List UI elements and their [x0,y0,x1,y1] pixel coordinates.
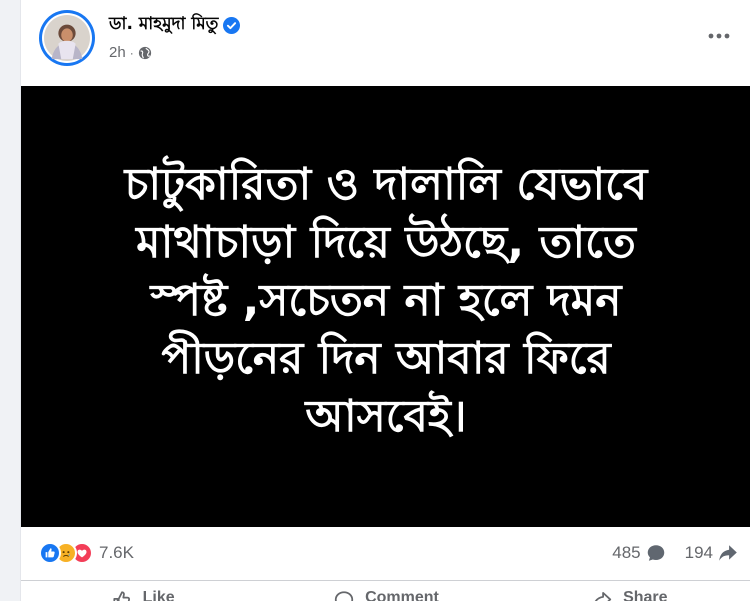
share-button[interactable]: Share [508,581,750,601]
share-label: Share [623,589,668,601]
share-count: 194 [684,543,713,562]
like-thumb-icon [113,591,130,601]
like-button[interactable]: Like [21,581,264,601]
share-arrow-icon [719,545,737,561]
globe-icon[interactable] [138,46,152,60]
share-icon [594,591,612,601]
comments-count-link[interactable]: 485 [612,542,666,564]
post-image-text-line: চাটুকারিতা ও দালালি যেভাবে [124,158,648,210]
post-stats: 7.6K 485 194 [21,536,750,576]
like-reaction-icon [39,542,61,564]
verified-badge-icon [223,16,241,34]
comment-count: 485 [612,543,641,562]
like-label: Like [142,589,175,601]
post-image-text-line: আসবেই। [305,390,467,442]
comments-shares-summary: 485 194 [594,542,739,564]
post-image-text-line: পীড়নের দিন আবার ফিরে [161,332,611,384]
post-image[interactable]: চাটুকারিতা ও দালালি যেভাবে মাথাচাড়া দিয… [21,86,750,527]
page: ডা. মাহমুদা মিতু 2h · চাটুকারিতা ও দালাল… [0,0,750,601]
avatar-photo [42,13,92,63]
comment-button[interactable]: Comment [264,581,507,601]
reaction-count: 7.6K [99,543,134,562]
post-card: ডা. মাহমুদা মিতু 2h · চাটুকারিতা ও দালাল… [20,0,750,601]
comment-icon [334,591,354,601]
author-avatar[interactable] [39,10,95,66]
post-header: ডা. মাহমুদা মিতু 2h · [21,0,750,85]
post-timestamp[interactable]: 2h [109,44,126,61]
comment-bubble-icon [647,545,664,561]
shares-count-link[interactable]: 194 [685,542,739,564]
post-image-text: চাটুকারিতা ও দালালি যেভাবে মাথাচাড়া দিয… [76,156,696,446]
post-image-text-line: স্পষ্ট ,সচেতন না হলে দমন [150,274,622,326]
comment-label: Comment [365,589,439,601]
more-horizontal-icon [708,33,730,39]
post-meta: 2h · [109,44,152,61]
author-name[interactable]: ডা. মাহমুদা মিতু [109,11,218,39]
reactions-summary[interactable]: 7.6K [39,542,134,564]
author-row: ডা. মাহমুদা মিতু [109,11,241,39]
post-image-text-line: মাথাচাড়া দিয়ে উঠছে, তাতে [136,216,636,268]
meta-separator: · [129,45,134,60]
post-actions: Like Comment Share [21,580,750,601]
more-options-button[interactable] [701,18,737,54]
